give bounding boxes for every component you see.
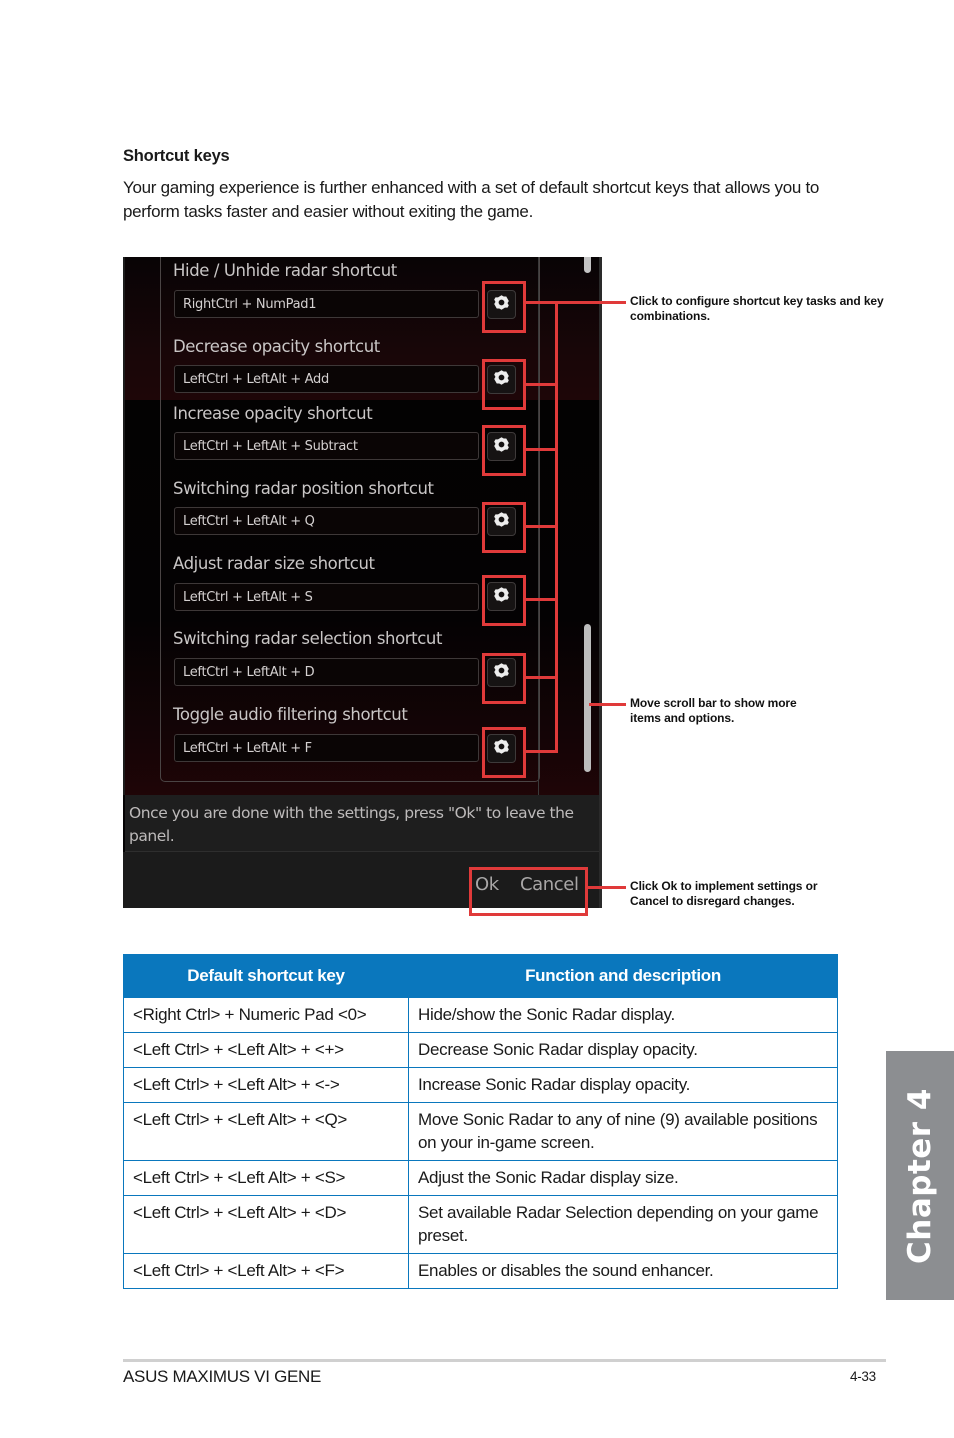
gear-highlight-box (482, 502, 526, 553)
description-cell: Hide/show the Sonic Radar display. (408, 997, 838, 1033)
shortcut-key-cell: <Right Ctrl> + Numeric Pad <0> (123, 997, 409, 1033)
shortcut-label: Decrease opacity shortcut (173, 337, 380, 356)
info-text: Once you are done with the settings, pre… (129, 804, 574, 845)
description-cell: Enables or disables the sound enhancer. (408, 1253, 838, 1289)
description-cell: Increase Sonic Radar display opacity. (408, 1067, 838, 1103)
table-row: <Left Ctrl> + <Left Alt> + <-> Increase … (123, 1067, 838, 1103)
callout-connector (526, 750, 558, 753)
section-title: Shortcut keys (123, 147, 230, 165)
header-shortcut-key: Default shortcut key (123, 954, 409, 998)
info-bar: Once you are done with the settings, pre… (125, 795, 600, 852)
footer-product: ASUS MAXIMUS VI GENE (123, 1367, 322, 1386)
ok-cancel-highlight-box (469, 867, 588, 916)
header-function: Function and description (408, 954, 838, 998)
shortcut-field[interactable]: RightCtrl + NumPad1 (174, 290, 479, 318)
shortcut-table: Default shortcut key Function and descri… (123, 954, 838, 1289)
gear-highlight-box (482, 653, 526, 704)
callout-connector (588, 886, 626, 889)
scrollbar-thumb-upper[interactable] (584, 257, 591, 273)
shortcut-label: Adjust radar size shortcut (173, 554, 375, 573)
gear-highlight-box (482, 359, 526, 410)
table-row: <Left Ctrl> + <Left Alt> + <+> Decrease … (123, 1032, 838, 1068)
gear-highlight-box (482, 575, 526, 626)
shortcut-item: Adjust radar size shortcut LeftCtrl + Le… (173, 554, 553, 611)
table-row: <Left Ctrl> + <Left Alt> + <F> Enables o… (123, 1253, 838, 1289)
panel-right-edge (599, 257, 602, 908)
callout-scroll-text: Move scroll bar to show more items and o… (630, 696, 797, 725)
shortcut-label: Switching radar selection shortcut (173, 629, 443, 648)
callout-connector (589, 703, 626, 706)
description-cell: Adjust the Sonic Radar display size. (408, 1160, 838, 1196)
shortcut-key-cell: <Left Ctrl> + <Left Alt> + <+> (123, 1032, 409, 1068)
shortcut-key-cell: <Left Ctrl> + <Left Alt> + <S> (123, 1160, 409, 1196)
shortcut-settings-panel: Hide / Unhide radar shortcut RightCtrl +… (123, 257, 602, 908)
table-header-row: Default shortcut key Function and descri… (123, 954, 838, 998)
callout-connector (526, 448, 556, 451)
table-row: <Left Ctrl> + <Left Alt> + <S> Adjust th… (123, 1160, 838, 1196)
chapter-label: Chapter 4 (902, 1087, 938, 1264)
description-cell: Set available Radar Selection depending … (408, 1195, 838, 1254)
callout-connector (526, 301, 626, 304)
shortcut-label: Hide / Unhide radar shortcut (173, 261, 397, 280)
shortcut-key-cell: <Left Ctrl> + <Left Alt> + <D> (123, 1195, 409, 1254)
gear-highlight-box (482, 727, 526, 778)
callout-connector (526, 676, 556, 679)
shortcut-field[interactable]: LeftCtrl + LeftAlt + Add (174, 365, 479, 393)
footer-page-number: 4-33 (850, 1369, 876, 1384)
intro-paragraph: Your gaming experience is further enhanc… (123, 178, 820, 221)
shortcut-field[interactable]: LeftCtrl + LeftAlt + D (174, 658, 479, 686)
gear-highlight-box (482, 281, 526, 333)
description-cell: Decrease Sonic Radar display opacity. (408, 1032, 838, 1068)
shortcut-item: Toggle audio filtering shortcut LeftCtrl… (173, 705, 553, 763)
callout-configure-text: Click to configure shortcut key tasks an… (630, 294, 884, 323)
shortcut-key-cell: <Left Ctrl> + <Left Alt> + <F> (123, 1253, 409, 1289)
shortcut-field[interactable]: LeftCtrl + LeftAlt + Q (174, 507, 479, 535)
callout-connector (526, 525, 556, 528)
shortcut-item: Decrease opacity shortcut LeftCtrl + Lef… (173, 337, 553, 394)
footer-divider (123, 1359, 886, 1362)
table-row: <Left Ctrl> + <Left Alt> + <Q> Move Soni… (123, 1102, 838, 1161)
gear-highlight-box (482, 425, 526, 476)
panel-left-edge (123, 257, 125, 795)
chapter-tab: Chapter 4 (886, 1051, 954, 1300)
shortcut-field[interactable]: LeftCtrl + LeftAlt + S (174, 583, 479, 611)
scrollbar-thumb[interactable] (584, 624, 591, 772)
callout-connector (526, 383, 556, 386)
table-row: <Right Ctrl> + Numeric Pad <0> Hide/show… (123, 997, 838, 1033)
description-cell: Move Sonic Radar to any of nine (9) avai… (408, 1102, 838, 1161)
shortcut-item: Hide / Unhide radar shortcut RightCtrl +… (173, 261, 553, 319)
shortcut-item: Switching radar selection shortcut LeftC… (173, 629, 553, 687)
shortcut-label: Switching radar position shortcut (173, 479, 434, 498)
shortcut-item: Switching radar position shortcut LeftCt… (173, 479, 553, 536)
shortcut-field[interactable]: LeftCtrl + LeftAlt + Subtract (174, 432, 479, 460)
shortcut-key-cell: <Left Ctrl> + <Left Alt> + <Q> (123, 1102, 409, 1161)
shortcut-field[interactable]: LeftCtrl + LeftAlt + F (174, 734, 479, 762)
shortcut-label: Toggle audio filtering shortcut (173, 705, 408, 724)
table-row: <Left Ctrl> + <Left Alt> + <D> Set avail… (123, 1195, 838, 1254)
callout-connector (526, 598, 556, 601)
shortcut-key-cell: <Left Ctrl> + <Left Alt> + <-> (123, 1067, 409, 1103)
callout-ok-cancel-text: Click Ok to implement settings or Cancel… (630, 879, 818, 908)
